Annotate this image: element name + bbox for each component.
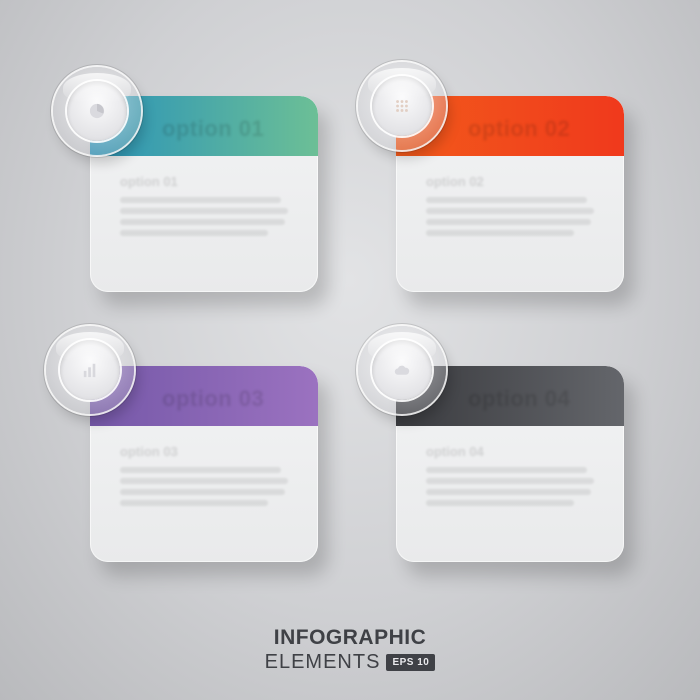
card-2-header-title: option 02 bbox=[468, 116, 571, 141]
card-3-placeholder-line bbox=[120, 500, 268, 506]
card-2-placeholder-line bbox=[426, 219, 591, 225]
card-3-icon-badge bbox=[46, 326, 134, 414]
card-3-body-title: option 03 bbox=[120, 444, 178, 459]
card-3-placeholder-line bbox=[120, 478, 288, 484]
footer-subtitle: ELEMENTS bbox=[264, 651, 381, 673]
card-2-icon-badge bbox=[358, 62, 446, 150]
card-1-header-title: option 01 bbox=[162, 116, 265, 141]
card-4-placeholder-line bbox=[426, 478, 594, 484]
card-2-placeholder-line bbox=[426, 208, 594, 214]
card-1-icon-badge bbox=[53, 67, 141, 155]
cloud-icon bbox=[394, 362, 410, 378]
card-4-placeholder-line bbox=[426, 500, 574, 506]
card-1-placeholder-line bbox=[120, 208, 288, 214]
card-3-placeholder-line bbox=[120, 489, 285, 495]
card-4-placeholder-line bbox=[426, 467, 588, 473]
pie-chart-icon bbox=[89, 103, 105, 119]
card-1-placeholder-line bbox=[120, 219, 285, 225]
bar-chart-icon bbox=[82, 362, 98, 378]
card-1-placeholder-line bbox=[120, 230, 268, 236]
footer-subtitle-row: ELEMENTS EPS 10 bbox=[265, 651, 436, 674]
card-3-header-title: option 03 bbox=[162, 386, 265, 411]
card-2-body: option 02 bbox=[396, 156, 624, 236]
card-4-body: option 04 bbox=[396, 426, 624, 506]
footer-caption: INFOGRAPHIC ELEMENTS EPS 10 bbox=[0, 626, 700, 674]
card-3-body: option 03 bbox=[90, 426, 318, 506]
eps-badge: EPS 10 bbox=[386, 654, 436, 671]
card-1-body-title: option 01 bbox=[120, 174, 178, 189]
card-1-placeholder-line bbox=[120, 197, 282, 203]
card-4-body-title: option 04 bbox=[426, 444, 484, 459]
card-4-icon-badge bbox=[358, 326, 446, 414]
card-4-placeholder-line bbox=[426, 489, 591, 495]
footer-title: INFOGRAPHIC bbox=[273, 626, 427, 649]
card-2-body-title: option 02 bbox=[426, 174, 484, 189]
card-1-body: option 01 bbox=[90, 156, 318, 236]
card-2-placeholder-line bbox=[426, 197, 588, 203]
grid-icon bbox=[394, 98, 410, 114]
card-3-placeholder-line bbox=[120, 467, 282, 473]
card-2-placeholder-line bbox=[426, 230, 574, 236]
card-4-header-title: option 04 bbox=[468, 386, 571, 411]
